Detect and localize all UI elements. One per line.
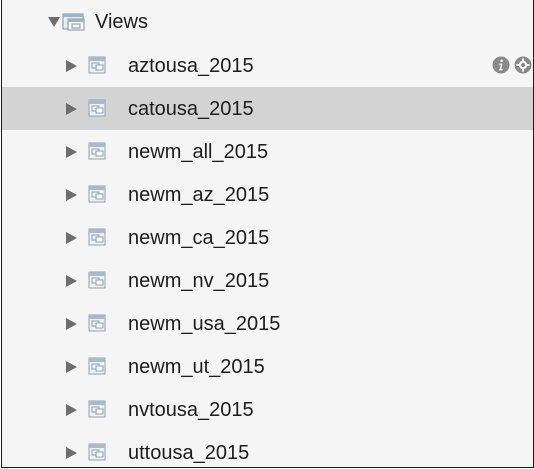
view-icon	[88, 56, 106, 74]
view-item-row[interactable]: nvtousa_2015	[2, 388, 533, 431]
view-icon	[88, 99, 106, 117]
disclosure-collapsed-icon[interactable]	[66, 404, 77, 416]
view-item-row[interactable]: newm_az_2015	[2, 173, 533, 216]
view-icon	[88, 185, 106, 203]
disclosure-collapsed-icon[interactable]	[66, 318, 77, 330]
views-tree-panel: Views aztousa_2015 catousa_2015 newm_all_2…	[1, 0, 534, 468]
gear-icon[interactable]	[514, 56, 532, 74]
view-item-label: newm_az_2015	[128, 184, 270, 206]
disclosure-collapsed-icon[interactable]	[66, 103, 77, 115]
disclosure-collapsed-icon[interactable]	[66, 189, 77, 201]
disclosure-expanded-icon[interactable]	[48, 17, 60, 27]
view-item-row[interactable]: newm_nv_2015	[2, 259, 533, 302]
view-item-row[interactable]: newm_usa_2015	[2, 302, 533, 345]
info-icon[interactable]	[492, 56, 510, 74]
view-icon	[88, 443, 106, 461]
disclosure-collapsed-icon[interactable]	[66, 60, 77, 72]
view-icon	[88, 271, 106, 289]
view-item-label: newm_nv_2015	[128, 270, 270, 292]
views-folder-icon	[62, 13, 85, 31]
view-item-label: nvtousa_2015	[128, 399, 254, 421]
view-item-row[interactable]: newm_ut_2015	[2, 345, 533, 388]
view-icon	[88, 142, 106, 160]
disclosure-collapsed-icon[interactable]	[66, 275, 77, 287]
view-item-label: newm_ca_2015	[128, 227, 270, 249]
disclosure-collapsed-icon[interactable]	[66, 232, 77, 244]
view-item-label: newm_ut_2015	[128, 356, 265, 378]
views-group-label: Views	[95, 11, 148, 33]
view-item-row[interactable]: newm_all_2015	[2, 130, 533, 173]
disclosure-collapsed-icon[interactable]	[66, 146, 77, 158]
view-icon	[88, 314, 106, 332]
view-item-label: newm_all_2015	[128, 141, 269, 163]
view-icon	[88, 357, 106, 375]
view-item-row[interactable]: uttousa_2015	[2, 431, 533, 467]
view-item-row[interactable]: catousa_2015	[2, 87, 533, 130]
disclosure-collapsed-icon[interactable]	[66, 361, 77, 373]
disclosure-collapsed-icon[interactable]	[66, 447, 77, 459]
view-icon	[88, 400, 106, 418]
view-item-row[interactable]: aztousa_2015	[2, 44, 533, 87]
view-item-label: catousa_2015	[128, 98, 254, 120]
views-group-row[interactable]: Views	[2, 0, 533, 44]
view-item-row[interactable]: newm_ca_2015	[2, 216, 533, 259]
view-item-label: uttousa_2015	[128, 442, 250, 464]
view-icon	[88, 228, 106, 246]
view-item-label: aztousa_2015	[128, 55, 254, 77]
view-item-label: newm_usa_2015	[128, 313, 281, 335]
